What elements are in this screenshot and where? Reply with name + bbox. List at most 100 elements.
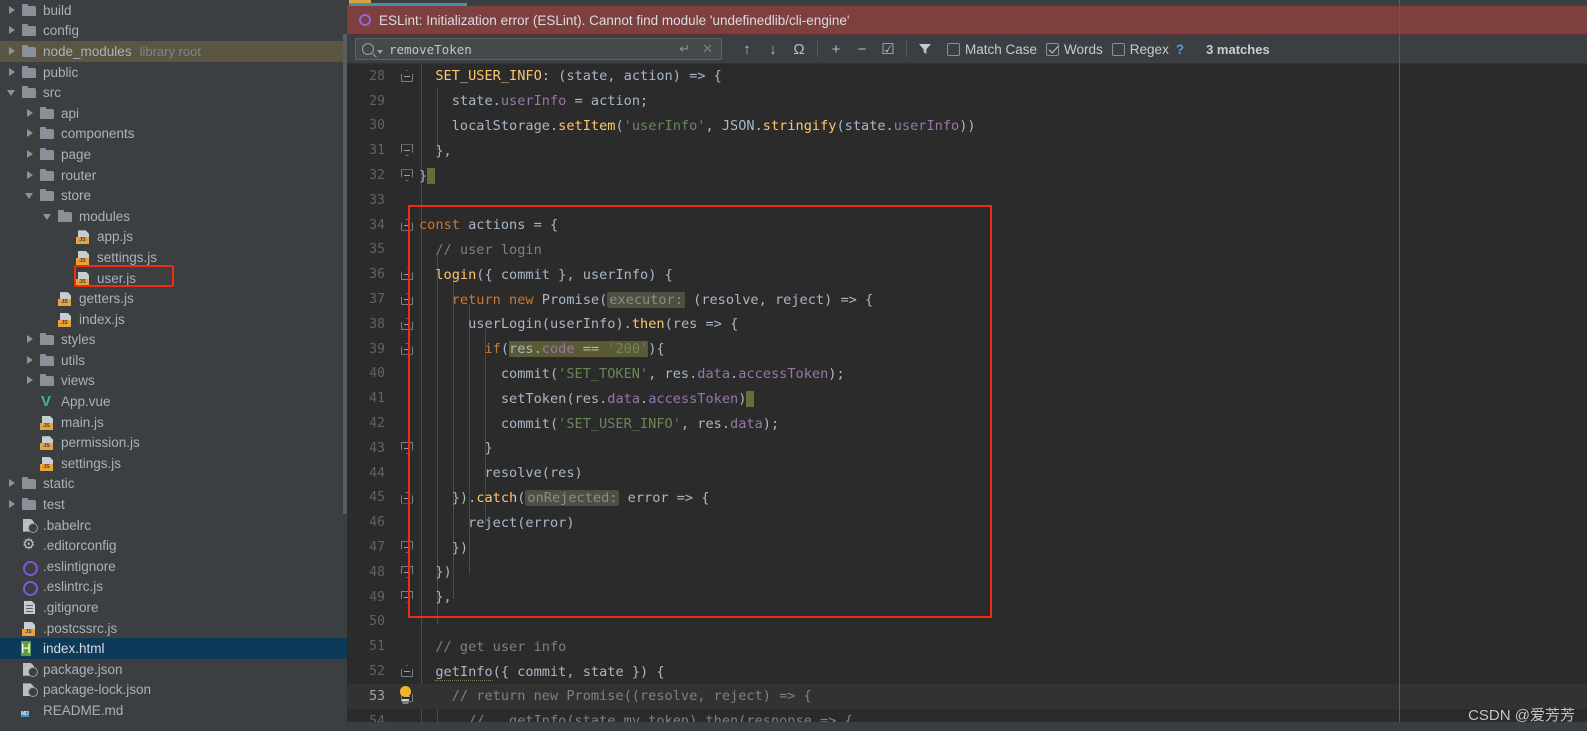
code-fold-gutter[interactable] bbox=[393, 486, 419, 511]
code-fold-gutter[interactable] bbox=[393, 585, 419, 610]
clear-search-icon[interactable]: ✕ bbox=[702, 41, 713, 57]
code-line[interactable]: 35 // user login bbox=[347, 238, 1587, 263]
code-line[interactable]: 37 return new Promise(executor: (resolve… bbox=[347, 287, 1587, 312]
code-line[interactable]: 40 commit('SET_TOKEN', res.data.accessTo… bbox=[347, 362, 1587, 387]
chevron-right-icon[interactable] bbox=[24, 333, 37, 346]
tree-item-main-js[interactable]: main.js bbox=[0, 412, 347, 433]
prev-occurrence-button[interactable]: ↑ bbox=[734, 37, 760, 61]
match-case-checkbox[interactable] bbox=[947, 42, 960, 56]
code-line[interactable]: 32} bbox=[347, 163, 1587, 188]
code-fold-gutter[interactable] bbox=[393, 163, 419, 188]
words-checkbox[interactable] bbox=[1046, 42, 1060, 56]
words-option[interactable]: Words bbox=[1046, 42, 1103, 57]
chevron-right-icon[interactable] bbox=[24, 107, 37, 120]
fold-bot-icon[interactable] bbox=[401, 590, 413, 603]
code-fold-gutter[interactable] bbox=[393, 560, 419, 585]
code-line[interactable]: 29 state.userInfo = action; bbox=[347, 89, 1587, 114]
select-lines-button[interactable]: ☑ bbox=[875, 37, 901, 61]
tree-item-build[interactable]: build bbox=[0, 0, 347, 21]
filter-button[interactable] bbox=[912, 37, 938, 61]
tree-item-static[interactable]: static bbox=[0, 474, 347, 495]
tree-item--editorconfig[interactable]: .editorconfig bbox=[0, 535, 347, 556]
tree-item-index-html[interactable]: index.html bbox=[0, 638, 347, 659]
intention-bulb-icon[interactable] bbox=[400, 685, 411, 701]
code-line[interactable]: 33 bbox=[347, 188, 1587, 213]
fold-bot-icon[interactable] bbox=[401, 565, 413, 578]
chevron-right-icon[interactable] bbox=[24, 374, 37, 387]
tree-item--babelrc[interactable]: .babelrc bbox=[0, 515, 347, 536]
tree-item-test[interactable]: test bbox=[0, 494, 347, 515]
chevron-down-icon[interactable] bbox=[24, 189, 37, 202]
tree-item-views[interactable]: views bbox=[0, 371, 347, 392]
code-line[interactable]: 45 }).catch(onRejected: error => { bbox=[347, 486, 1587, 511]
chevron-right-icon[interactable] bbox=[24, 354, 37, 367]
code-fold-gutter[interactable] bbox=[393, 610, 419, 635]
chevron-down-icon[interactable] bbox=[377, 49, 383, 54]
code-fold-gutter[interactable] bbox=[393, 138, 419, 163]
code-fold-gutter[interactable] bbox=[393, 262, 419, 287]
next-occurrence-button[interactable]: ↓ bbox=[760, 37, 786, 61]
code-fold-gutter[interactable] bbox=[393, 411, 419, 436]
code-line[interactable]: 34 const actions = { bbox=[347, 213, 1587, 238]
code-line[interactable]: 53 // return new Promise((resolve, rejec… bbox=[347, 683, 1587, 709]
chevron-right-icon[interactable] bbox=[24, 169, 37, 182]
chevron-right-icon[interactable] bbox=[6, 24, 19, 37]
chevron-right-icon[interactable] bbox=[6, 477, 19, 490]
code-line[interactable]: 31 }, bbox=[347, 138, 1587, 163]
code-editor[interactable]: 28 SET_USER_INFO: (state, action) => {29… bbox=[347, 64, 1587, 731]
fold-top-icon[interactable] bbox=[401, 317, 413, 330]
chevron-right-icon[interactable] bbox=[6, 45, 19, 58]
regex-checkbox[interactable] bbox=[1111, 42, 1125, 56]
tree-item-config[interactable]: config bbox=[0, 21, 347, 42]
code-line[interactable]: 50 bbox=[347, 610, 1587, 635]
tree-item-package-lock-json[interactable]: package-lock.json bbox=[0, 680, 347, 701]
code-fold-gutter[interactable] bbox=[393, 213, 419, 238]
add-line-button[interactable]: + bbox=[823, 37, 849, 61]
select-all-occurrences-button[interactable]: Ω bbox=[786, 37, 812, 61]
code-fold-gutter[interactable] bbox=[393, 510, 419, 535]
remove-line-button[interactable]: − bbox=[849, 37, 875, 61]
code-fold-gutter[interactable] bbox=[393, 238, 419, 263]
fold-top-icon[interactable] bbox=[401, 268, 413, 281]
tree-item-src[interactable]: src bbox=[0, 82, 347, 103]
tree-item-app-js[interactable]: app.js bbox=[0, 227, 347, 248]
tree-item-store[interactable]: store bbox=[0, 185, 347, 206]
code-line[interactable]: 51 // get user info bbox=[347, 634, 1587, 659]
chevron-down-icon[interactable] bbox=[6, 86, 19, 99]
tree-item--eslintignore[interactable]: .eslintignore bbox=[0, 556, 347, 577]
tree-item-styles[interactable]: styles bbox=[0, 330, 347, 351]
fold-top-icon[interactable] bbox=[401, 665, 413, 678]
code-fold-gutter[interactable] bbox=[393, 337, 419, 362]
code-fold-gutter[interactable] bbox=[393, 64, 419, 89]
tree-item-readme-md[interactable]: README.md bbox=[0, 700, 347, 721]
tree-item-router[interactable]: router bbox=[0, 165, 347, 186]
fold-top-icon[interactable] bbox=[401, 218, 413, 231]
code-fold-gutter[interactable] bbox=[393, 89, 419, 114]
tree-item-user-js[interactable]: user.js bbox=[0, 268, 347, 289]
project-tree-panel[interactable]: build config node_modules library root publi… bbox=[0, 0, 347, 731]
regex-help-icon[interactable]: ? bbox=[1176, 42, 1184, 57]
code-line[interactable]: 47 }) bbox=[347, 535, 1587, 560]
fold-top-icon[interactable] bbox=[401, 293, 413, 306]
fold-top-icon[interactable] bbox=[401, 342, 413, 355]
match-case-option[interactable]: Match Case bbox=[947, 42, 1037, 57]
fold-bot-icon[interactable] bbox=[401, 541, 413, 554]
code-line[interactable]: 44 resolve(res) bbox=[347, 461, 1587, 486]
tree-item--gitignore[interactable]: .gitignore bbox=[0, 597, 347, 618]
tree-item-getters-js[interactable]: getters.js bbox=[0, 288, 347, 309]
find-toolbar[interactable]: removeToken ↵ ✕ ↑ ↓ Ω + − ☑ Match Case W… bbox=[347, 35, 1587, 64]
editor-tab-strip[interactable] bbox=[347, 0, 1587, 6]
code-fold-gutter[interactable] bbox=[393, 436, 419, 461]
code-line[interactable]: 46 reject(error) bbox=[347, 510, 1587, 535]
fold-top-icon[interactable] bbox=[401, 491, 413, 504]
chevron-right-icon[interactable] bbox=[24, 127, 37, 140]
tree-item-app-vue[interactable]: App.vue bbox=[0, 391, 347, 412]
code-line[interactable]: 41 setToken(res.data.accessToken) bbox=[347, 386, 1587, 411]
fold-bot-icon[interactable] bbox=[401, 441, 413, 454]
tree-item-utils[interactable]: utils bbox=[0, 350, 347, 371]
code-fold-gutter[interactable] bbox=[393, 114, 419, 139]
tree-item-modules[interactable]: modules bbox=[0, 206, 347, 227]
tree-item-permission-js[interactable]: permission.js bbox=[0, 432, 347, 453]
code-fold-gutter[interactable] bbox=[393, 684, 419, 709]
search-input[interactable]: removeToken ↵ ✕ bbox=[355, 38, 722, 60]
